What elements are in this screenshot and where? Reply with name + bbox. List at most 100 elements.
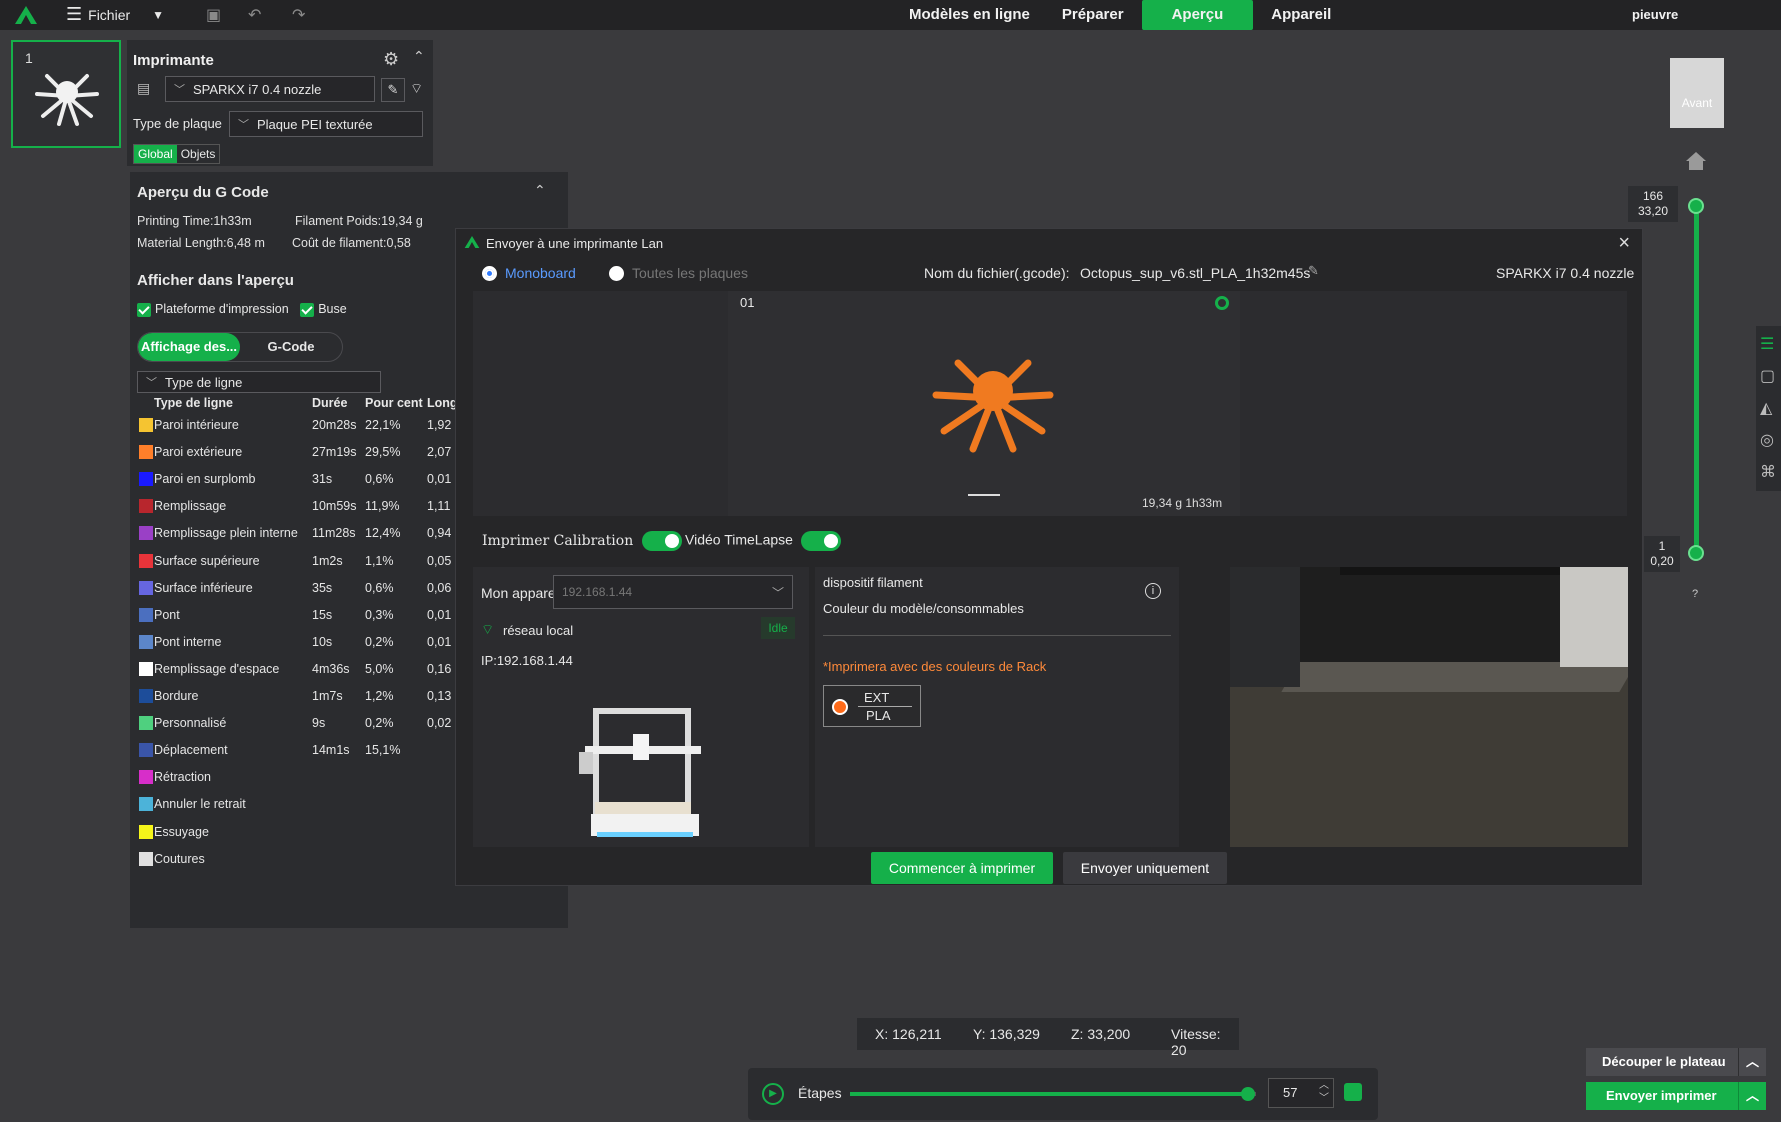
line-type-row: Rétraction	[130, 770, 460, 792]
plate-thumbnail[interactable]: 1	[11, 40, 121, 148]
ext-divider	[858, 706, 912, 707]
line-type-len: 0,05	[427, 553, 452, 568]
line-type-time: 4m36s	[312, 661, 350, 676]
show-in-preview-title: Afficher dans l'aperçu	[137, 272, 294, 289]
gear-icon[interactable]: ⚙	[383, 49, 399, 70]
line-type-color-swatch[interactable]	[139, 743, 153, 758]
layer-slider[interactable]	[1694, 206, 1699, 554]
layer-slider-bottom-handle[interactable]	[1688, 545, 1704, 561]
wifi-icon[interactable]: ⌔	[410, 80, 423, 98]
line-type-color-swatch[interactable]	[139, 689, 153, 703]
line-type-pct: 12,4%	[365, 526, 401, 541]
line-type-color-swatch[interactable]	[139, 553, 153, 568]
line-type-name: Surface supérieure	[154, 553, 260, 568]
plate-type-select[interactable]: ﹀ Plaque PEI texturée	[229, 111, 423, 137]
tool-icon-chart[interactable]: ◭	[1760, 398, 1772, 418]
scope-global[interactable]: Global	[134, 145, 177, 163]
top-bar: ☰ Fichier ▼ ▣ ↶ ↷ Modèles en ligne Prépa…	[0, 0, 1781, 30]
home-icon[interactable]	[1685, 150, 1707, 172]
plate-type-value: Plaque PEI texturée	[257, 116, 373, 132]
info-icon[interactable]: i	[1145, 583, 1161, 599]
radio-monoboard[interactable]: Monoboard	[482, 265, 576, 281]
save-icon[interactable]: ▣	[206, 5, 221, 25]
printer-select[interactable]: ﹀ SPARKX i7 0.4 nozzle	[165, 76, 375, 102]
line-type-color-swatch[interactable]	[139, 445, 153, 460]
edit-icon[interactable]: ✎	[381, 78, 405, 102]
filament-title: dispositif filament	[823, 575, 923, 590]
file-menu-button[interactable]: ☰ Fichier ▼	[66, 4, 164, 25]
line-type-time: 35s	[312, 580, 333, 595]
tab-preview[interactable]: Aperçu	[1141, 0, 1254, 30]
timelapse-label: Vidéo TimeLapse	[685, 531, 793, 548]
start-print-button[interactable]: Commencer à imprimer	[871, 852, 1053, 884]
undo-icon[interactable]: ↶	[248, 5, 261, 25]
collapse-icon[interactable]: ⌃	[534, 182, 546, 199]
view-mode-display[interactable]: Affichage des...	[138, 333, 240, 361]
line-type-color-swatch[interactable]	[139, 797, 153, 812]
line-type-color-swatch[interactable]	[139, 472, 153, 487]
radio-all-plates[interactable]: Toutes les plaques	[609, 265, 748, 281]
app-logo-icon	[15, 6, 37, 24]
tool-icon-target[interactable]: ◎	[1760, 430, 1774, 450]
tab-online-models[interactable]: Modèles en ligne	[895, 0, 1044, 30]
line-type-color-swatch[interactable]	[139, 770, 153, 785]
collapse-icon[interactable]: ⌃	[413, 48, 425, 65]
redo-icon[interactable]: ↷	[292, 5, 305, 25]
layers-stack-icon[interactable]	[1344, 1083, 1362, 1101]
network-label: réseau local	[503, 623, 574, 638]
layer-slider-top-handle[interactable]	[1688, 198, 1704, 214]
line-type-color-swatch[interactable]	[139, 499, 153, 514]
chevron-down-icon[interactable]: ▼	[152, 8, 164, 22]
chevron-down-icon: ﹀	[146, 377, 157, 389]
line-type-color-swatch[interactable]	[139, 418, 153, 432]
checkbox-platform[interactable]	[137, 302, 151, 317]
slice-plate-button[interactable]: Découper le plateau ︿	[1586, 1048, 1766, 1076]
scope-objects[interactable]: Objets	[177, 145, 220, 163]
line-type-color-swatch[interactable]	[139, 580, 153, 595]
calibration-toggle[interactable]	[641, 531, 682, 551]
tab-device[interactable]: Appareil	[1257, 0, 1345, 30]
ext-filament-slot[interactable]: EXT PLA	[823, 685, 921, 727]
line-type-name: Remplissage plein interne	[154, 526, 298, 541]
chevron-up-icon[interactable]: ︿	[1738, 1082, 1766, 1110]
line-type-color-swatch[interactable]	[139, 851, 153, 866]
line-type-row: Essuyage	[130, 824, 460, 847]
line-type-color-swatch[interactable]	[139, 526, 153, 541]
ext-material: PLA	[866, 708, 891, 723]
line-type-color-swatch[interactable]	[139, 716, 153, 731]
close-icon[interactable]: ×	[1618, 232, 1630, 255]
help-icon[interactable]: ?	[1692, 588, 1698, 600]
speed: Vitesse: 20	[1171, 1026, 1221, 1058]
view-mode-gcode[interactable]: G-Code	[240, 333, 342, 361]
play-icon[interactable]: ▶	[762, 1083, 784, 1105]
line-type-color-swatch[interactable]	[139, 661, 153, 676]
tab-prepare[interactable]: Préparer	[1048, 0, 1138, 30]
device-select[interactable]: 192.168.1.44 ﹀	[553, 575, 793, 609]
line-type-name: Surface inférieure	[154, 580, 253, 595]
stepper-arrows-icon[interactable]: ︿ ﹀	[1319, 1079, 1329, 1105]
line-type-color-swatch[interactable]	[139, 824, 153, 839]
timelapse-toggle[interactable]	[800, 531, 841, 551]
checkbox-nozzle[interactable]	[300, 302, 315, 317]
plate-preview-card[interactable]: 01 19,34 g 1h33m	[728, 291, 1240, 516]
edit-icon[interactable]: ✎	[1308, 263, 1319, 279]
line-type-color-swatch[interactable]	[139, 607, 153, 622]
tool-icon-grid[interactable]: ⌘	[1760, 462, 1776, 482]
step-number-input[interactable]: 57 ︿ ﹀	[1268, 1078, 1334, 1108]
steps-slider-handle[interactable]	[1240, 1087, 1255, 1101]
line-type-table-header: Type de ligne Durée Pour cent Long	[130, 396, 460, 414]
tool-icon-select[interactable]: ▢	[1760, 366, 1775, 386]
selected-indicator-icon	[1215, 296, 1229, 310]
view-cube[interactable]: Avant	[1670, 58, 1724, 128]
filename-label: Nom du fichier(.gcode):	[924, 265, 1070, 281]
send-print-button[interactable]: Envoyer imprimer ︿	[1586, 1082, 1766, 1110]
send-only-button[interactable]: Envoyer uniquement	[1063, 852, 1227, 884]
tool-icon-layers[interactable]: ☰	[1760, 334, 1774, 354]
chevron-up-icon[interactable]: ︿	[1738, 1048, 1766, 1076]
user-name[interactable]: pieuvre	[1632, 7, 1678, 22]
line-type-select[interactable]: ﹀ Type de ligne	[137, 371, 381, 393]
plate-number: 1	[25, 50, 33, 66]
line-type-color-swatch[interactable]	[139, 634, 153, 649]
steps-slider[interactable]	[850, 1087, 1256, 1101]
line-type-row: Coutures	[130, 851, 460, 874]
